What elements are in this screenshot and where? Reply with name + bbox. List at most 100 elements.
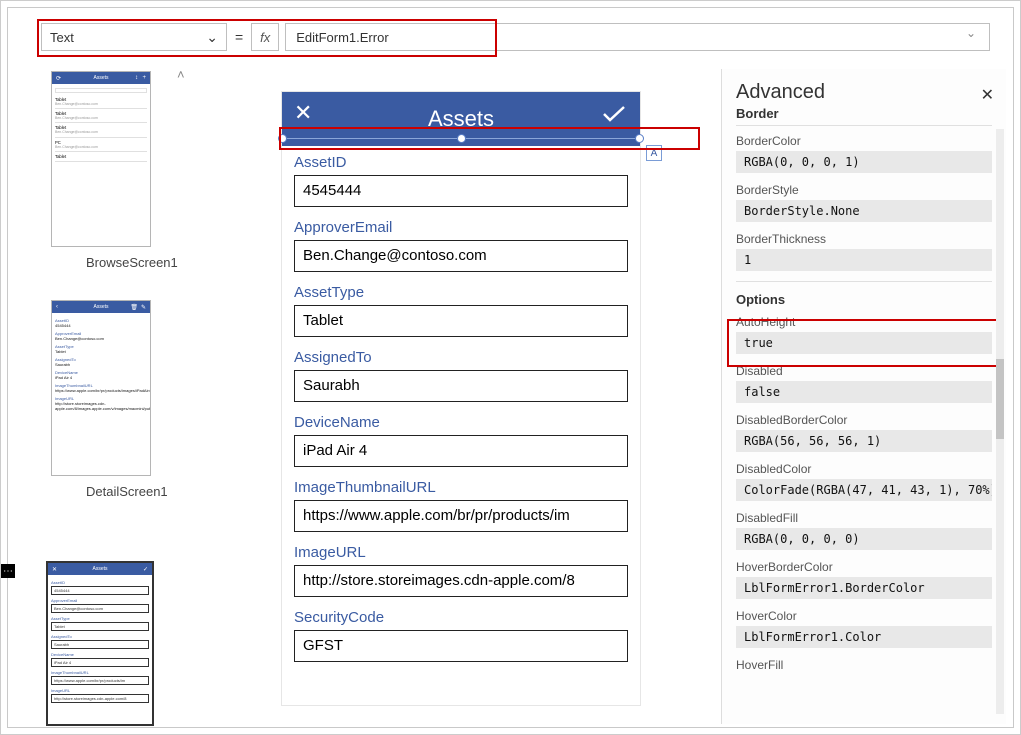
search-input-thumb	[55, 88, 147, 93]
prop-autoheight[interactable]: AutoHeight true	[736, 315, 992, 354]
field-imageurl: ImageURL http://store.storeimages.cdn-ap…	[294, 544, 628, 597]
browse-screen-thumb[interactable]: ⟳ Assets ↕ + TabletBen.Change@contoso.co…	[51, 71, 216, 270]
prop-hoverfill[interactable]: HoverFill	[736, 658, 992, 672]
thumb-title: Assets	[92, 566, 107, 572]
check-icon: ✓	[143, 566, 148, 573]
back-icon: ‹	[56, 304, 58, 310]
selected-error-label[interactable]: A	[282, 130, 640, 150]
field-assettype: AssetType Tablet	[294, 284, 628, 337]
field-assetid: AssetID 4545444	[294, 154, 628, 207]
field-label: AssetType	[294, 284, 628, 301]
prop-value[interactable]: LblFormError1.Color	[736, 626, 992, 648]
prop-value[interactable]: LblFormError1.BorderColor	[736, 577, 992, 599]
resize-handle[interactable]	[635, 134, 644, 143]
edit-screen-thumb[interactable]: ✕ Assets ✓ AssetID4545444 ApproverEmailB…	[46, 561, 154, 726]
close-icon: ✕	[52, 566, 57, 573]
more-options-button[interactable]: ⋯	[1, 564, 15, 578]
prop-value[interactable]: RGBA(0, 0, 0, 1)	[736, 151, 992, 173]
prop-borderstyle[interactable]: BorderStyle BorderStyle.None	[736, 183, 992, 222]
thumb-title: Assets	[93, 75, 108, 81]
prop-hoverbordercolor[interactable]: HoverBorderColor LblFormError1.BorderCol…	[736, 560, 992, 599]
prop-disabledfill[interactable]: DisabledFill RGBA(0, 0, 0, 0)	[736, 511, 992, 550]
advanced-panel: Advanced ✕ Border BorderColor RGBA(0, 0,…	[721, 69, 1006, 724]
thumb-title: Assets	[93, 304, 108, 310]
formula-bar: Text ⌄ = fx EditForm1.Error ⌄	[41, 21, 990, 53]
field-input[interactable]: 4545444	[294, 175, 628, 207]
prop-value[interactable]: RGBA(56, 56, 56, 1)	[736, 430, 992, 452]
field-input[interactable]: GFST	[294, 630, 628, 662]
prop-borderthickness[interactable]: BorderThickness 1	[736, 232, 992, 271]
prop-label: HoverFill	[736, 658, 992, 672]
prop-label: BorderThickness	[736, 232, 992, 246]
field-label: SecurityCode	[294, 609, 628, 626]
equals-label: =	[233, 29, 245, 45]
property-selector-value: Text	[50, 30, 74, 45]
formula-expression: EditForm1.Error	[296, 30, 388, 45]
detail-screen-label: DetailScreen1	[86, 484, 216, 499]
field-label: ImageURL	[294, 544, 628, 561]
field-input[interactable]: iPad Air 4	[294, 435, 628, 467]
prop-label: HoverBorderColor	[736, 560, 992, 574]
prop-disabledbordercolor[interactable]: DisabledBorderColor RGBA(56, 56, 56, 1)	[736, 413, 992, 452]
field-input[interactable]: Saurabh	[294, 370, 628, 402]
field-label: ImageThumbnailURL	[294, 479, 628, 496]
canvas-edit-form[interactable]: ✕ Assets A AssetID 4545444 ApproverEmail…	[281, 91, 641, 706]
prop-value[interactable]: 1	[736, 249, 992, 271]
detail-screen-thumb[interactable]: ‹ Assets 🗑 ✎ AssetID4545444 ApproverEmai…	[51, 300, 216, 499]
resize-handle[interactable]	[457, 134, 466, 143]
field-label: AssignedTo	[294, 349, 628, 366]
list-item: Tablet	[55, 152, 147, 162]
list-item: TabletBen.Change@contoso.com	[55, 95, 147, 109]
scrollbar-thumb[interactable]	[996, 359, 1004, 439]
delete-icon: 🗑	[130, 304, 138, 311]
scrollbar-track[interactable]	[996, 129, 1004, 714]
refresh-icon: ⟳	[56, 75, 61, 82]
field-securitycode: SecurityCode GFST	[294, 609, 628, 662]
field-label: AssetID	[294, 154, 628, 171]
field-imagethumbnailurl: ImageThumbnailURL https://www.apple.com/…	[294, 479, 628, 532]
field-approveremail: ApproverEmail Ben.Change@contoso.com	[294, 219, 628, 272]
form-body: AssetID 4545444 ApproverEmail Ben.Change…	[282, 146, 640, 686]
field-input[interactable]: Tablet	[294, 305, 628, 337]
advanced-title: Advanced	[736, 81, 992, 104]
field-label: ApproverEmail	[294, 219, 628, 236]
prop-label: DisabledBorderColor	[736, 413, 992, 427]
sort-icon: ↕	[135, 75, 138, 81]
section-border: Border	[736, 106, 992, 126]
section-options: Options	[736, 281, 992, 307]
field-devicename: DeviceName iPad Air 4	[294, 414, 628, 467]
prop-disabledcolor[interactable]: DisabledColor ColorFade(RGBA(47, 41, 43,…	[736, 462, 992, 501]
close-panel-icon[interactable]: ✕	[981, 85, 994, 105]
list-item: TabletBen.Change@contoso.com	[55, 123, 147, 137]
prop-label: BorderColor	[736, 134, 992, 148]
browse-screen-label: BrowseScreen1	[86, 255, 216, 270]
form-title: Assets	[428, 106, 494, 132]
field-assignedto: AssignedTo Saurabh	[294, 349, 628, 402]
prop-disabled[interactable]: Disabled false	[736, 364, 992, 403]
prop-value[interactable]: true	[736, 332, 992, 354]
cancel-icon[interactable]: ✕	[294, 100, 312, 126]
prop-label: BorderStyle	[736, 183, 992, 197]
resize-handle[interactable]	[278, 134, 287, 143]
field-input[interactable]: Ben.Change@contoso.com	[294, 240, 628, 272]
prop-value[interactable]: BorderStyle.None	[736, 200, 992, 222]
prop-label: Disabled	[736, 364, 992, 378]
prop-value[interactable]: false	[736, 381, 992, 403]
submit-icon[interactable]	[602, 102, 626, 118]
expand-formula-icon[interactable]: ⌄	[966, 26, 980, 40]
prop-bordercolor[interactable]: BorderColor RGBA(0, 0, 0, 1)	[736, 134, 992, 173]
add-icon: +	[142, 75, 146, 81]
chevron-down-icon: ⌄	[206, 29, 218, 46]
prop-label: HoverColor	[736, 609, 992, 623]
prop-value[interactable]: RGBA(0, 0, 0, 0)	[736, 528, 992, 550]
formula-input[interactable]: EditForm1.Error ⌄	[285, 23, 990, 51]
prop-hovercolor[interactable]: HoverColor LblFormError1.Color	[736, 609, 992, 648]
field-input[interactable]: https://www.apple.com/br/pr/products/im	[294, 500, 628, 532]
prop-value[interactable]: ColorFade(RGBA(47, 41, 43, 1), 70%)	[736, 479, 992, 501]
field-input[interactable]: http://store.storeimages.cdn-apple.com/8	[294, 565, 628, 597]
label-type-badge: A	[646, 145, 662, 161]
list-item: PCBen.Change@contoso.com	[55, 138, 147, 152]
property-selector[interactable]: Text ⌄	[41, 23, 227, 51]
prop-label: DisabledColor	[736, 462, 992, 476]
fx-button[interactable]: fx	[251, 23, 279, 51]
